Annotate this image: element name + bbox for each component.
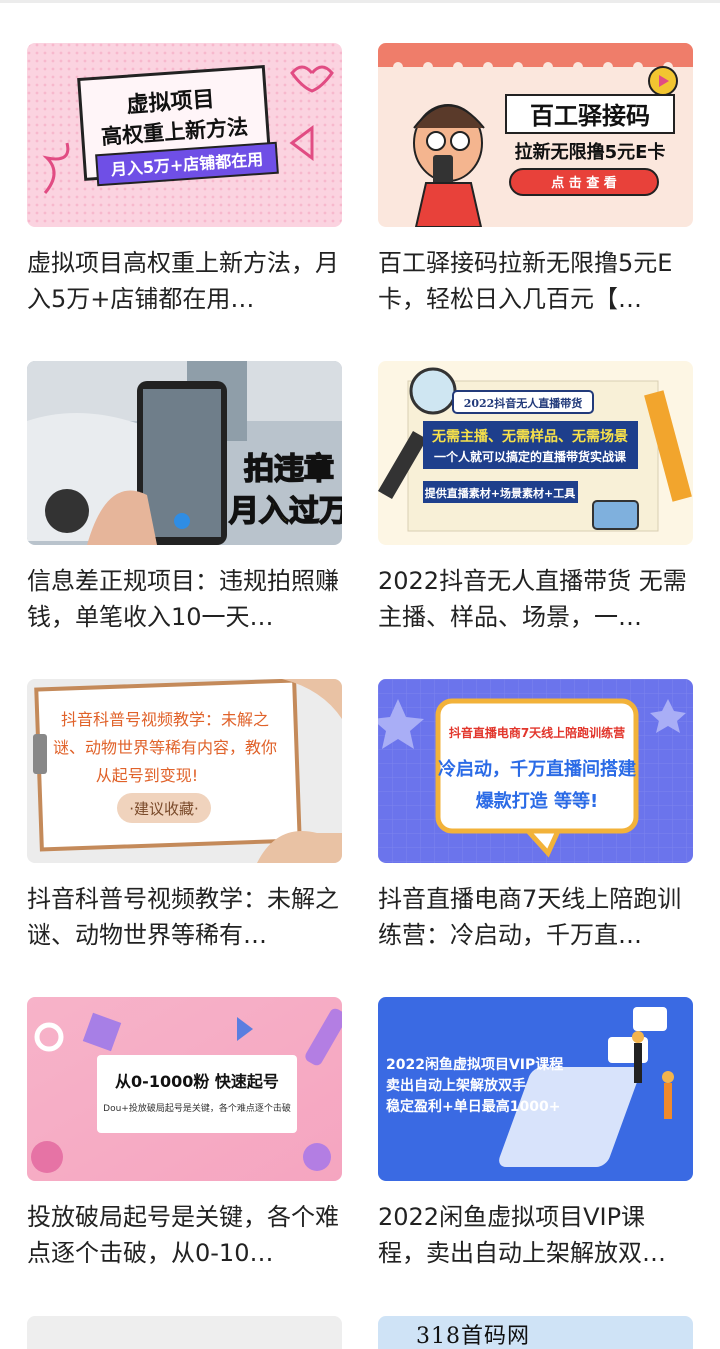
course-card[interactable]: 拍违章 月入过万 信息差正规项目：违规拍照赚钱，单笔收入10一天… (27, 361, 342, 635)
course-card[interactable]: 2022抖音无人直播带货 无需主播、无需样品、无需场景 一个人就可以搞定的直播带… (378, 361, 693, 635)
thumbnail-image: 抖音直播电商7天线上陪跑训练营 冷启动，千万直播间搭建 爆款打造 等等! (378, 679, 693, 863)
thumb-line2: 无需主播、无需样品、无需场景 (431, 428, 628, 445)
course-title[interactable]: 信息差正规项目：违规拍照赚钱，单笔收入10一天… (27, 563, 342, 635)
course-thumbnail[interactable]: 抖音科普号视频教学：未解之 谜、动物世界等稀有内容，教你 从起号到变现! ·建议… (27, 679, 342, 863)
thumbnail-image: 2022闲鱼虚拟项目VIP课程 卖出自动上架解放双手 稳定盈利+单日最高1000… (378, 997, 693, 1181)
thumb-line2: 谜、动物世界等稀有内容，教你 (53, 738, 277, 757)
thumb-line1: 拍违章 (244, 452, 334, 487)
top-divider (0, 0, 720, 3)
course-card[interactable]: 2022闲鱼虚拟项目VIP课程 卖出自动上架解放双手 稳定盈利+单日最高1000… (378, 997, 693, 1271)
thumb-line2: Dou+投放破局起号是关键，各个难点逐个击破 (103, 1102, 291, 1114)
thumb-line3: 从起号到变现! (96, 766, 198, 785)
thumb-line2: 拉新无限撸5元E卡 (515, 141, 666, 163)
thumb-line4: 提供直播素材+场景素材+工具 (425, 486, 575, 500)
course-card[interactable]: 从0-1000粉 快速起号 Dou+投放破局起号是关键，各个难点逐个击破 投放破… (27, 997, 342, 1271)
course-card[interactable]: 抖音科普号视频教学：未解之 谜、动物世界等稀有内容，教你 从起号到变现! ·建议… (27, 679, 342, 953)
course-title[interactable]: 2022抖音无人直播带货 无需主播、样品、场景，一… (378, 563, 693, 635)
thumb-line1: 抖音科普号视频教学：未解之 (61, 710, 269, 729)
thumb-line2: 卖出自动上架解放双手 (386, 1077, 526, 1094)
thumb-line3: 爆款打造 等等! (476, 790, 598, 812)
thumb-line3: 一个人就可以搞定的直播带货实战课 (434, 449, 627, 464)
thumbnail-image: 虚拟项目 高权重上新方法 月入5万+店铺都在用 (27, 43, 342, 227)
thumb-line1: 2022闲鱼虚拟项目VIP课程 (386, 1056, 563, 1073)
course-title[interactable]: 百工驿接码拉新无限撸5元E卡，轻松日入几百元【… (378, 245, 693, 317)
course-title[interactable]: 抖音科普号视频教学：未解之谜、动物世界等稀有… (27, 881, 342, 953)
course-thumbnail[interactable]: 2022闲鱼虚拟项目VIP课程 卖出自动上架解放双手 稳定盈利+单日最高1000… (378, 997, 693, 1181)
course-title[interactable]: 2022闲鱼虚拟项目VIP课程，卖出自动上架解放双… (378, 1199, 693, 1271)
thumb-line2: 冷启动，千万直播间搭建 (438, 758, 636, 780)
thumbnail-image: 抖音科普号视频教学：未解之 谜、动物世界等稀有内容，教你 从起号到变现! ·建议… (27, 679, 342, 863)
thumbnail-image: 拍违章 月入过万 (27, 361, 342, 545)
thumb-button: ·建议收藏· (129, 800, 199, 818)
thumb-button: 点 击 查 看 (551, 175, 617, 191)
course-card[interactable]: 百工驿接码 拉新无限撸5元E卡 点 击 查 看 百工驿接码拉新无限撸5元E卡，轻… (378, 43, 693, 317)
course-title[interactable]: 抖音直播电商7天线上陪跑训练营：冷启动，千万直… (378, 881, 693, 953)
course-title[interactable]: 投放破局起号是关键，各个难点逐个击破，从0-10… (27, 1199, 342, 1271)
course-title[interactable]: 虚拟项目高权重上新方法，月入5万+店铺都在用… (27, 245, 342, 317)
course-thumbnail[interactable]: 虚拟项目 高权重上新方法 月入5万+店铺都在用 (27, 43, 342, 227)
course-thumbnail[interactable]: 从0-1000粉 快速起号 Dou+投放破局起号是关键，各个难点逐个击破 (27, 997, 342, 1181)
thumbnail-image: 从0-1000粉 快速起号 Dou+投放破局起号是关键，各个难点逐个击破 (27, 997, 342, 1181)
course-card[interactable]: 虚拟项目 高权重上新方法 月入5万+店铺都在用 虚拟项目高权重上新方法，月入5万… (27, 43, 342, 317)
thumb-line2: 月入过万 (229, 494, 342, 529)
thumb-line3: 稳定盈利+单日最高1000+ (386, 1098, 560, 1115)
thumb-line1: 百工驿接码 (530, 102, 650, 130)
watermark-text: 318首码网 www.E318.com (416, 1324, 530, 1349)
course-thumbnail[interactable]: 百工驿接码 拉新无限撸5元E卡 点 击 查 看 (378, 43, 693, 227)
thumb-line1: 2022抖音无人直播带货 (464, 396, 583, 410)
course-thumbnail[interactable]: 抖音直播电商7天线上陪跑训练营 冷启动，千万直播间搭建 爆款打造 等等! (378, 679, 693, 863)
course-thumbnail[interactable]: 2022抖音无人直播带货 无需主播、无需样品、无需场景 一个人就可以搞定的直播带… (378, 361, 693, 545)
thumbnail-image: 百工驿接码 拉新无限撸5元E卡 点 击 查 看 (378, 43, 693, 227)
thumb-line1: 从0-1000粉 快速起号 (115, 1072, 279, 1091)
thumb-line1: 抖音直播电商7天线上陪跑训练营 (449, 725, 625, 740)
course-thumbnail[interactable]: 拍违章 月入过万 (27, 361, 342, 545)
course-card[interactable]: 抖音直播电商7天线上陪跑训练营 冷启动，千万直播间搭建 爆款打造 等等! 抖音直… (378, 679, 693, 953)
course-card-partial[interactable] (27, 1316, 342, 1349)
thumbnail-image: 2022抖音无人直播带货 无需主播、无需样品、无需场景 一个人就可以搞定的直播带… (378, 361, 693, 545)
